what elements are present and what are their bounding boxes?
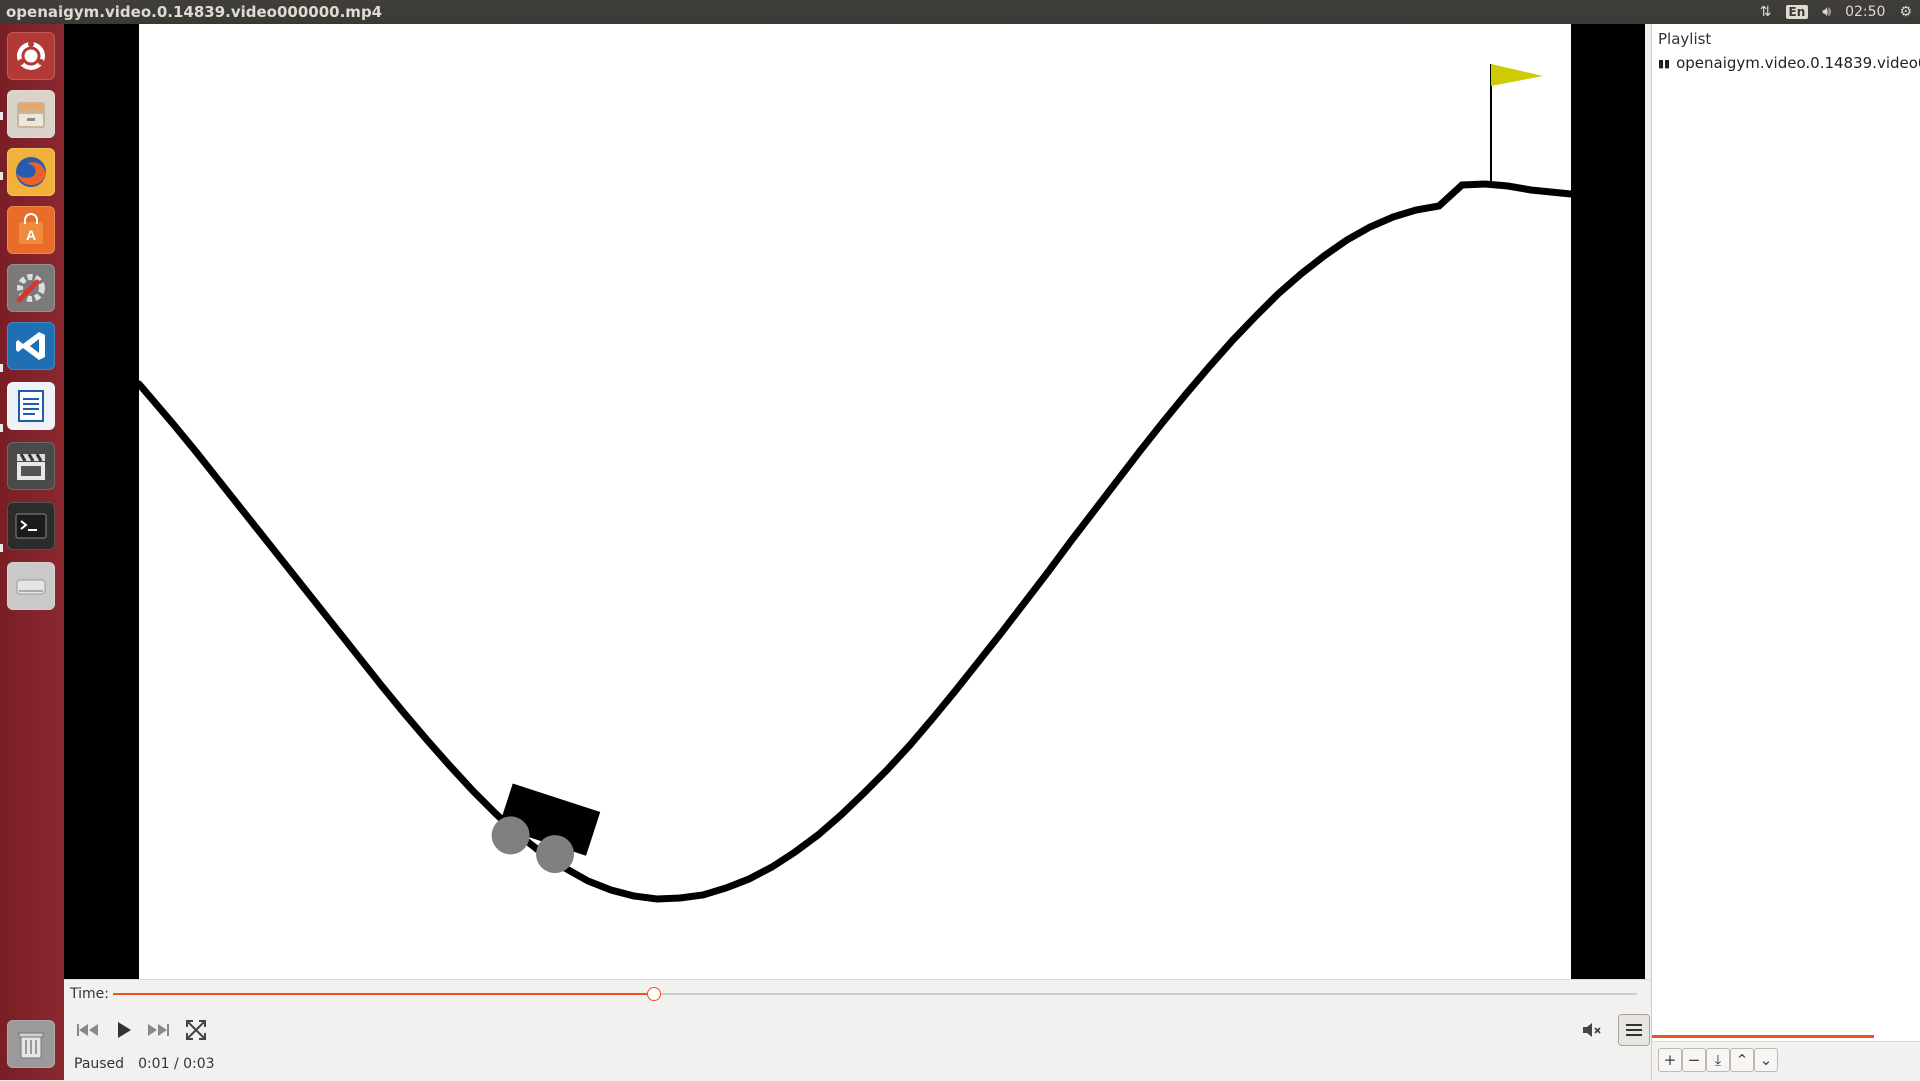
vscode-icon (16, 332, 45, 360)
clapperboard-icon (17, 453, 45, 480)
drive-icon (16, 579, 46, 595)
add-button[interactable]: + (1658, 1048, 1682, 1072)
launcher-disk-drive[interactable] (7, 562, 55, 610)
launcher-terminal[interactable] (7, 502, 55, 550)
fullscreen-icon (186, 1020, 206, 1040)
ubuntu-logo-icon (17, 41, 45, 70)
network-updown-icon[interactable]: ⇅ (1760, 4, 1772, 20)
gear-icon[interactable]: ⚙ (1899, 4, 1912, 20)
fullscreen-button[interactable] (182, 1016, 210, 1044)
terminal-icon (15, 513, 47, 539)
status-bar: Paused 0:01 / 0:03 (74, 1056, 215, 1072)
clock[interactable]: 02:50 (1845, 4, 1885, 20)
playlist-item-label: openaigym.video.0.14839.video000000 (1676, 54, 1920, 72)
skip-forward-icon (148, 1024, 169, 1036)
wrench-gear-icon (16, 274, 45, 303)
playback-status: Paused (74, 1056, 125, 1072)
seek-slider[interactable] (113, 987, 1637, 1001)
remove-icon: − (1687, 1051, 1701, 1069)
playlist-icon (1626, 1024, 1642, 1036)
playback-time: 0:01 / 0:03 (138, 1056, 215, 1072)
video-frame-mountain-car (135, 24, 1575, 979)
seek-slider-fill (113, 993, 655, 995)
playlist-toggle-button[interactable] (1618, 1014, 1650, 1046)
playlist-toolbar: + − ⤓ ⌃ ⌄ (1652, 1041, 1920, 1081)
car (491, 783, 601, 874)
time-label: Time: (70, 986, 109, 1002)
volume-icon[interactable]: 🔊︎ (1822, 4, 1831, 20)
launcher: A (0, 24, 65, 1080)
document-icon (18, 390, 44, 422)
firefox-icon (16, 157, 46, 187)
launcher-files[interactable] (7, 90, 55, 138)
seek-slider-handle[interactable] (647, 987, 662, 1001)
play-button[interactable] (110, 1016, 138, 1044)
top-panel: openaigym.video.0.14839.video000000.mp4 … (0, 0, 1920, 24)
player-controls: Time: Paused 0:01 / 0:03 (64, 979, 1651, 1081)
launcher-system-settings[interactable] (7, 264, 55, 312)
move-up-icon: ⌃ (1735, 1051, 1749, 1069)
keyboard-layout-indicator[interactable]: En (1785, 5, 1809, 19)
remove-button[interactable]: − (1682, 1048, 1706, 1072)
file-cabinet-icon (17, 102, 45, 128)
svg-text:A: A (26, 227, 36, 243)
pause-icon: ▮▮ (1658, 56, 1671, 70)
mute-button[interactable] (1578, 1016, 1606, 1044)
move-up-button[interactable]: ⌃ (1730, 1048, 1754, 1072)
launcher-video-player[interactable] (7, 442, 55, 490)
move-down-button[interactable]: ⌄ (1754, 1048, 1778, 1072)
playlist-progress-indicator (1652, 1035, 1874, 1038)
window-title: openaigym.video.0.14839.video000000.mp4 (6, 3, 383, 21)
launcher-vscode[interactable] (7, 322, 55, 370)
system-tray: ⇅ En 🔊︎ 02:50 ⚙ (1760, 0, 1920, 24)
play-icon (118, 1022, 131, 1038)
next-button[interactable] (144, 1016, 172, 1044)
playlist-panel: Playlist ▮▮ openaigym.video.0.14839.vide… (1651, 24, 1920, 1081)
move-down-icon: ⌄ (1759, 1051, 1773, 1069)
volume-muted-icon (1583, 1023, 1601, 1037)
launcher-ubuntu-software[interactable]: A (7, 206, 55, 254)
skip-back-icon (77, 1024, 98, 1036)
trash-icon (18, 1032, 44, 1059)
previous-button[interactable] (74, 1016, 102, 1044)
goal-flag (1491, 64, 1543, 86)
playlist-item[interactable]: ▮▮ openaigym.video.0.14839.video000000 (1658, 54, 1920, 72)
shopping-bag-icon: A (19, 213, 43, 244)
save-button[interactable]: ⤓ (1706, 1048, 1730, 1072)
mountain-car-scene (135, 64, 1575, 903)
launcher-trash[interactable] (7, 1020, 55, 1068)
launcher-libreoffice-writer[interactable] (7, 382, 55, 430)
playlist-header: Playlist (1658, 30, 1712, 48)
launcher-firefox[interactable] (7, 148, 55, 196)
save-icon: ⤓ (1714, 1051, 1722, 1069)
mountain-track (135, 180, 1575, 903)
launcher-ubuntu-dash[interactable] (7, 32, 55, 80)
add-icon: + (1663, 1051, 1677, 1069)
